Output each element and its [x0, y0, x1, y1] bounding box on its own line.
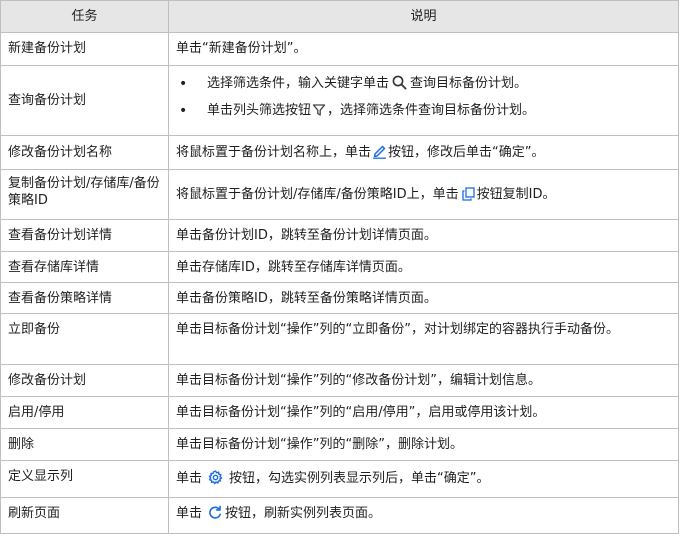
desc-text-b: 按钮，修改后单击“确定”。: [388, 145, 545, 160]
bullet-text: 单击列头筛选按钮 ，选择筛选条件查询目标备份计划。: [207, 102, 535, 120]
desc-cell: 单击目标备份计划“操作”列的“删除”，删除计划。: [168, 428, 679, 461]
table-row: 定义显示列 单击 按钮，勾选实例列表显示列后，单击“确定”。: [0, 460, 679, 498]
task-cell: 修改备份计划: [0, 364, 169, 397]
task-cell: 查看备份策略详情: [0, 282, 169, 314]
task-cell: 查看存储库详情: [0, 251, 169, 283]
task-cell: 立即备份: [0, 313, 169, 365]
desc-cell: 单击目标备份计划“操作”列的“启用/停用”，启用或停用该计划。: [168, 396, 679, 429]
desc-cell: 单击备份策略ID，跳转至备份策略详情页面。: [168, 282, 679, 314]
desc-cell: • 选择筛选条件，输入关键字单击 查询目标备份计划。 • 单击列头筛选按钮 ，选择筛…: [168, 65, 679, 136]
desc-text-b: 按钮，勾选实例列表显示列后，单击“确定”。: [229, 471, 490, 486]
desc-cell: 单击“新建备份计划”。: [168, 32, 679, 66]
desc-cell: 单击目标备份计划“操作”列的“修改备份计划”，编辑计划信息。: [168, 364, 679, 397]
table-row: 复制备份计划/存储库/备份策略ID 将鼠标置于备份计划/存储库/备份策略ID上，…: [0, 169, 679, 220]
gear-icon: [208, 470, 223, 485]
bullet-dot: •: [179, 76, 188, 92]
bullet-text: 选择筛选条件，输入关键字单击 查询目标备份计划。: [207, 75, 527, 93]
operations-table: 任务 说明 新建备份计划 单击“新建备份计划”。 查询备份计划 • 选择筛选条件…: [0, 0, 679, 534]
desc-text-a: 单击: [176, 506, 203, 521]
desc-cell: 单击目标备份计划“操作”列的“立即备份”，对计划绑定的容器执行手动备份。: [168, 313, 679, 365]
desc-text-a: 将鼠标置于备份计划名称上，单击: [176, 145, 372, 160]
task-cell: 查看备份计划详情: [0, 219, 169, 252]
table-row: 删除 单击目标备份计划“操作”列的“删除”，删除计划。: [0, 428, 679, 461]
bullet-item: • 选择筛选条件，输入关键字单击 查询目标备份计划。: [176, 75, 678, 93]
bullet-text-a: 单击列头筛选按钮: [207, 103, 312, 118]
bullet-text-b: 查询目标备份计划。: [410, 76, 528, 91]
task-cell: 删除: [0, 428, 169, 461]
desc-cell: 将鼠标置于备份计划名称上，单击 按钮，修改后单击“确定”。: [168, 135, 679, 170]
copy-icon: [461, 186, 475, 201]
edit-icon: [372, 143, 387, 159]
table-header-row: 任务 说明: [0, 0, 679, 33]
refresh-icon: [208, 505, 222, 520]
table-row: 立即备份 单击目标备份计划“操作”列的“立即备份”，对计划绑定的容器执行手动备份…: [0, 313, 679, 365]
header-desc: 说明: [168, 0, 679, 33]
desc-text-a: 单击: [176, 471, 203, 486]
desc-cell: 单击 按钮，刷新实例列表页面。: [168, 497, 679, 534]
task-cell: 复制备份计划/存储库/备份策略ID: [0, 169, 169, 220]
desc-cell: 单击 按钮，勾选实例列表显示列后，单击“确定”。: [168, 460, 679, 498]
bullet-text-b: ，选择筛选条件查询目标备份计划。: [327, 103, 536, 118]
table-row: 查看存储库详情 单击存储库ID，跳转至存储库详情页面。: [0, 251, 679, 283]
header-task: 任务: [0, 0, 169, 33]
task-label: 查询备份计划: [8, 92, 87, 108]
bullet-item: • 单击列头筛选按钮 ，选择筛选条件查询目标备份计划。: [176, 102, 678, 120]
desc-cell: 单击备份计划ID，跳转至备份计划详情页面。: [168, 219, 679, 252]
bullet-text-a: 选择筛选条件，输入关键字单击: [207, 76, 390, 91]
task-cell: 查询备份计划: [0, 65, 169, 136]
bullet-dot: •: [179, 103, 188, 119]
desc-text-b: 按钮复制ID。: [476, 186, 556, 202]
task-cell: 新建备份计划: [0, 32, 169, 66]
desc-text-a: 将鼠标置于备份计划/存储库/备份策略ID上，单击: [176, 186, 459, 202]
table-row: 新建备份计划 单击“新建备份计划”。: [0, 32, 679, 66]
desc-cell: 单击存储库ID，跳转至存储库详情页面。: [168, 251, 679, 283]
table-row: 查询备份计划 • 选择筛选条件，输入关键字单击 查询目标备份计划。 • 单击列头筛…: [0, 65, 679, 136]
table-row: 修改备份计划 单击目标备份计划“操作”列的“修改备份计划”，编辑计划信息。: [0, 364, 679, 397]
table-row: 刷新页面 单击 按钮，刷新实例列表页面。: [0, 497, 679, 534]
desc-text-b: 按钮，刷新实例列表页面。: [225, 506, 382, 521]
search-icon: [392, 75, 407, 90]
task-cell: 启用/停用: [0, 396, 169, 429]
table-row: 启用/停用 单击目标备份计划“操作”列的“启用/停用”，启用或停用该计划。: [0, 396, 679, 429]
table-row: 查看备份计划详情 单击备份计划ID，跳转至备份计划详情页面。: [0, 219, 679, 252]
desc-cell: 将鼠标置于备份计划/存储库/备份策略ID上，单击 按钮复制ID。: [168, 169, 679, 220]
task-cell: 修改备份计划名称: [0, 135, 169, 170]
filter-icon: [312, 103, 326, 117]
table-row: 修改备份计划名称 将鼠标置于备份计划名称上，单击 按钮，修改后单击“确定”。: [0, 135, 679, 170]
table-row: 查看备份策略详情 单击备份策略ID，跳转至备份策略详情页面。: [0, 282, 679, 314]
task-cell: 刷新页面: [0, 497, 169, 534]
task-cell: 定义显示列: [0, 460, 169, 498]
